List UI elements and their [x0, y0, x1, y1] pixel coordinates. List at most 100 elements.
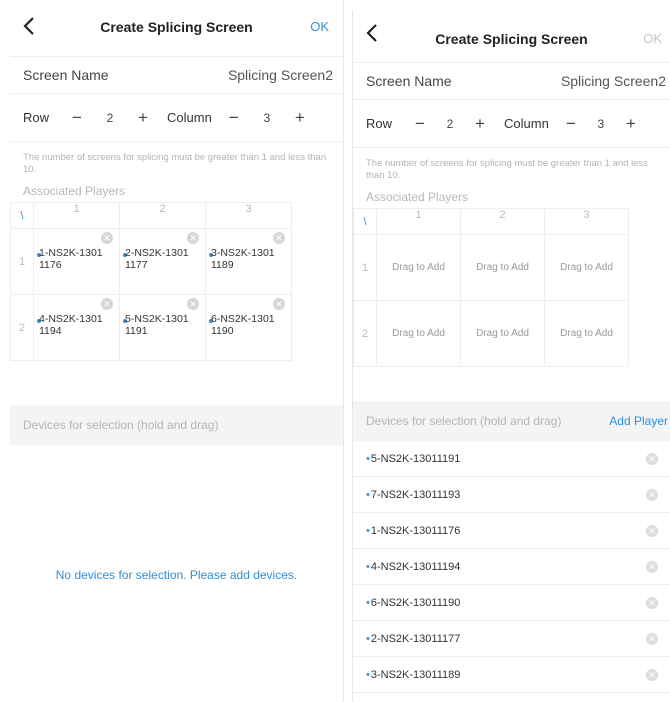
- device-list-item[interactable]: 5-NS2K-13011191 ✕: [353, 441, 670, 477]
- grid-cell[interactable]: ✕ 2-NS2K-1301 1177: [119, 228, 206, 295]
- device-list: 5-NS2K-13011191 ✕ 7-NS2K-13011193 ✕ 1-NS2K…: [353, 441, 670, 693]
- device-name: 6-NS2K-13011190: [366, 597, 461, 609]
- drag-to-add-cell[interactable]: Drag to Add: [376, 234, 461, 301]
- grid-row-number: 2: [353, 300, 377, 367]
- drag-to-add-cell[interactable]: Drag to Add: [460, 300, 545, 367]
- device-name: 7-NS2K-13011193: [366, 489, 461, 501]
- remove-icon[interactable]: ✕: [646, 632, 658, 645]
- device-label: 4-NS2K-1301 1194: [39, 313, 103, 337]
- device-list-item[interactable]: 1-NS2K-13011176 ✕: [353, 513, 670, 549]
- screen-name-label: Screen Name: [366, 73, 452, 89]
- remove-icon[interactable]: ✕: [646, 524, 658, 537]
- back-icon[interactable]: [365, 22, 387, 48]
- drag-to-add-cell[interactable]: Drag to Add: [460, 234, 545, 301]
- grid-row: 1 ✕ 1-NS2K-1301 1176 ✕ 2-NS2K-1301 1177 ✕ 3-N…: [10, 228, 292, 295]
- screen-name-row[interactable]: Screen Name Splicing Screen2: [353, 62, 670, 100]
- device-label: 2-NS2K-1301 1177: [125, 247, 189, 271]
- remove-icon[interactable]: ✕: [646, 488, 658, 501]
- column-value[interactable]: 3: [244, 111, 290, 125]
- remove-icon[interactable]: ✕: [187, 298, 199, 310]
- splicing-hint: The number of screens for splicing must …: [366, 158, 648, 181]
- column-plus-button[interactable]: +: [290, 108, 310, 128]
- remove-icon[interactable]: ✕: [646, 596, 658, 609]
- device-list-item[interactable]: 7-NS2K-13011193 ✕: [353, 477, 670, 513]
- column-value[interactable]: 3: [581, 117, 621, 131]
- device-label: 3-NS2K-1301 1189: [211, 247, 275, 271]
- empty-devices-message: No devices for selection. Please add dev…: [55, 568, 298, 582]
- column-label: Column: [504, 116, 549, 131]
- column-label: Column: [167, 110, 212, 125]
- grid-col-header: 2: [460, 208, 545, 235]
- devices-section-header: Devices for selection (hold and drag): [10, 405, 343, 445]
- remove-icon[interactable]: ✕: [187, 232, 199, 244]
- device-name: 5-NS2K-13011191: [366, 453, 461, 465]
- grid-cell[interactable]: ✕ 6-NS2K-1301 1190: [205, 294, 292, 361]
- row-minus-button[interactable]: −: [67, 108, 87, 128]
- row-label: Row: [23, 110, 50, 125]
- grid-col-header: 3: [544, 208, 629, 235]
- splicing-hint: The number of screens for splicing must …: [23, 152, 327, 175]
- ok-button[interactable]: OK: [310, 19, 329, 34]
- drag-to-add-cell[interactable]: Drag to Add: [544, 234, 629, 301]
- device-label: 1-NS2K-1301 1176: [39, 247, 103, 271]
- grid-row: 1 Drag to Add Drag to Add Drag to Add: [353, 234, 629, 301]
- remove-icon[interactable]: ✕: [101, 232, 113, 244]
- row-column-stepper: Row − 2 + Column − 3 +: [10, 94, 343, 142]
- remove-icon[interactable]: ✕: [273, 232, 285, 244]
- drag-to-add-cell[interactable]: Drag to Add: [376, 300, 461, 367]
- grid-col-header: 3: [205, 202, 292, 229]
- remove-icon[interactable]: ✕: [646, 668, 658, 681]
- header: Create Splicing Screen OK: [353, 10, 670, 62]
- drag-to-add-cell[interactable]: Drag to Add: [544, 300, 629, 367]
- screen-name-label: Screen Name: [23, 67, 109, 83]
- add-player-button[interactable]: Add Player: [609, 414, 668, 428]
- row-label: Row: [366, 116, 393, 131]
- page-title: Create Splicing Screen: [100, 19, 253, 35]
- device-list-item[interactable]: 6-NS2K-13011190 ✕: [353, 585, 670, 621]
- left-screen: Create Splicing Screen OK Screen Name Sp…: [10, 0, 344, 702]
- grid-row: 2 ✕ 4-NS2K-1301 1194 ✕ 5-NS2K-1301 1191 ✕ 6-N…: [10, 294, 292, 361]
- ok-button[interactable]: OK: [643, 31, 662, 46]
- right-screen: Create Splicing Screen OK Screen Name Sp…: [352, 10, 670, 702]
- grid-corner: \: [10, 202, 34, 229]
- grid-cell[interactable]: ✕ 4-NS2K-1301 1194: [33, 294, 120, 361]
- associated-players-label: Associated Players: [23, 184, 126, 198]
- grid-cell[interactable]: ✕ 1-NS2K-1301 1176: [33, 228, 120, 295]
- devices-label: Devices for selection (hold and drag): [23, 418, 219, 432]
- device-name: 2-NS2K-13011177: [366, 633, 461, 645]
- column-plus-button[interactable]: +: [621, 114, 641, 134]
- row-column-stepper: Row − 2 + Column − 3 +: [353, 100, 670, 148]
- row-value[interactable]: 2: [430, 117, 470, 131]
- device-label: 6-NS2K-1301 1190: [211, 313, 275, 337]
- player-grid: \ 1 2 3 1 Drag to Add Drag to Add Drag t…: [353, 208, 629, 367]
- remove-icon[interactable]: ✕: [646, 452, 658, 465]
- remove-icon[interactable]: ✕: [273, 298, 285, 310]
- header: Create Splicing Screen OK: [10, 0, 343, 56]
- remove-icon[interactable]: ✕: [101, 298, 113, 310]
- row-value[interactable]: 2: [87, 111, 133, 125]
- device-list-item[interactable]: 4-NS2K-13011194 ✕: [353, 549, 670, 585]
- row-minus-button[interactable]: −: [410, 114, 430, 134]
- back-icon[interactable]: [22, 15, 44, 41]
- remove-icon[interactable]: ✕: [646, 560, 658, 573]
- screen-name-value[interactable]: Splicing Screen2: [228, 67, 333, 83]
- grid-row: 2 Drag to Add Drag to Add Drag to Add: [353, 300, 629, 367]
- grid-row-number: 1: [353, 234, 377, 301]
- device-list-item[interactable]: 3-NS2K-13011189 ✕: [353, 657, 670, 693]
- row-plus-button[interactable]: +: [133, 108, 153, 128]
- device-name: 3-NS2K-13011189: [366, 669, 461, 681]
- device-name: 1-NS2K-13011176: [366, 525, 461, 537]
- grid-col-header: 1: [376, 208, 461, 235]
- device-list-item[interactable]: 2-NS2K-13011177 ✕: [353, 621, 670, 657]
- associated-players-label: Associated Players: [366, 190, 469, 204]
- screen-name-row[interactable]: Screen Name Splicing Screen2: [10, 56, 343, 94]
- grid-col-header: 2: [119, 202, 206, 229]
- column-minus-button[interactable]: −: [224, 108, 244, 128]
- grid-cell[interactable]: ✕ 5-NS2K-1301 1191: [119, 294, 206, 361]
- device-label: 5-NS2K-1301 1191: [125, 313, 189, 337]
- row-plus-button[interactable]: +: [470, 114, 490, 134]
- column-minus-button[interactable]: −: [561, 114, 581, 134]
- screen-name-value[interactable]: Splicing Screen2: [561, 73, 666, 89]
- grid-cell[interactable]: ✕ 3-NS2K-1301 1189: [205, 228, 292, 295]
- player-grid: \ 1 2 3 1 ✕ 1-NS2K-1301 1176 ✕ 2-NS2K-1301 1…: [10, 202, 292, 361]
